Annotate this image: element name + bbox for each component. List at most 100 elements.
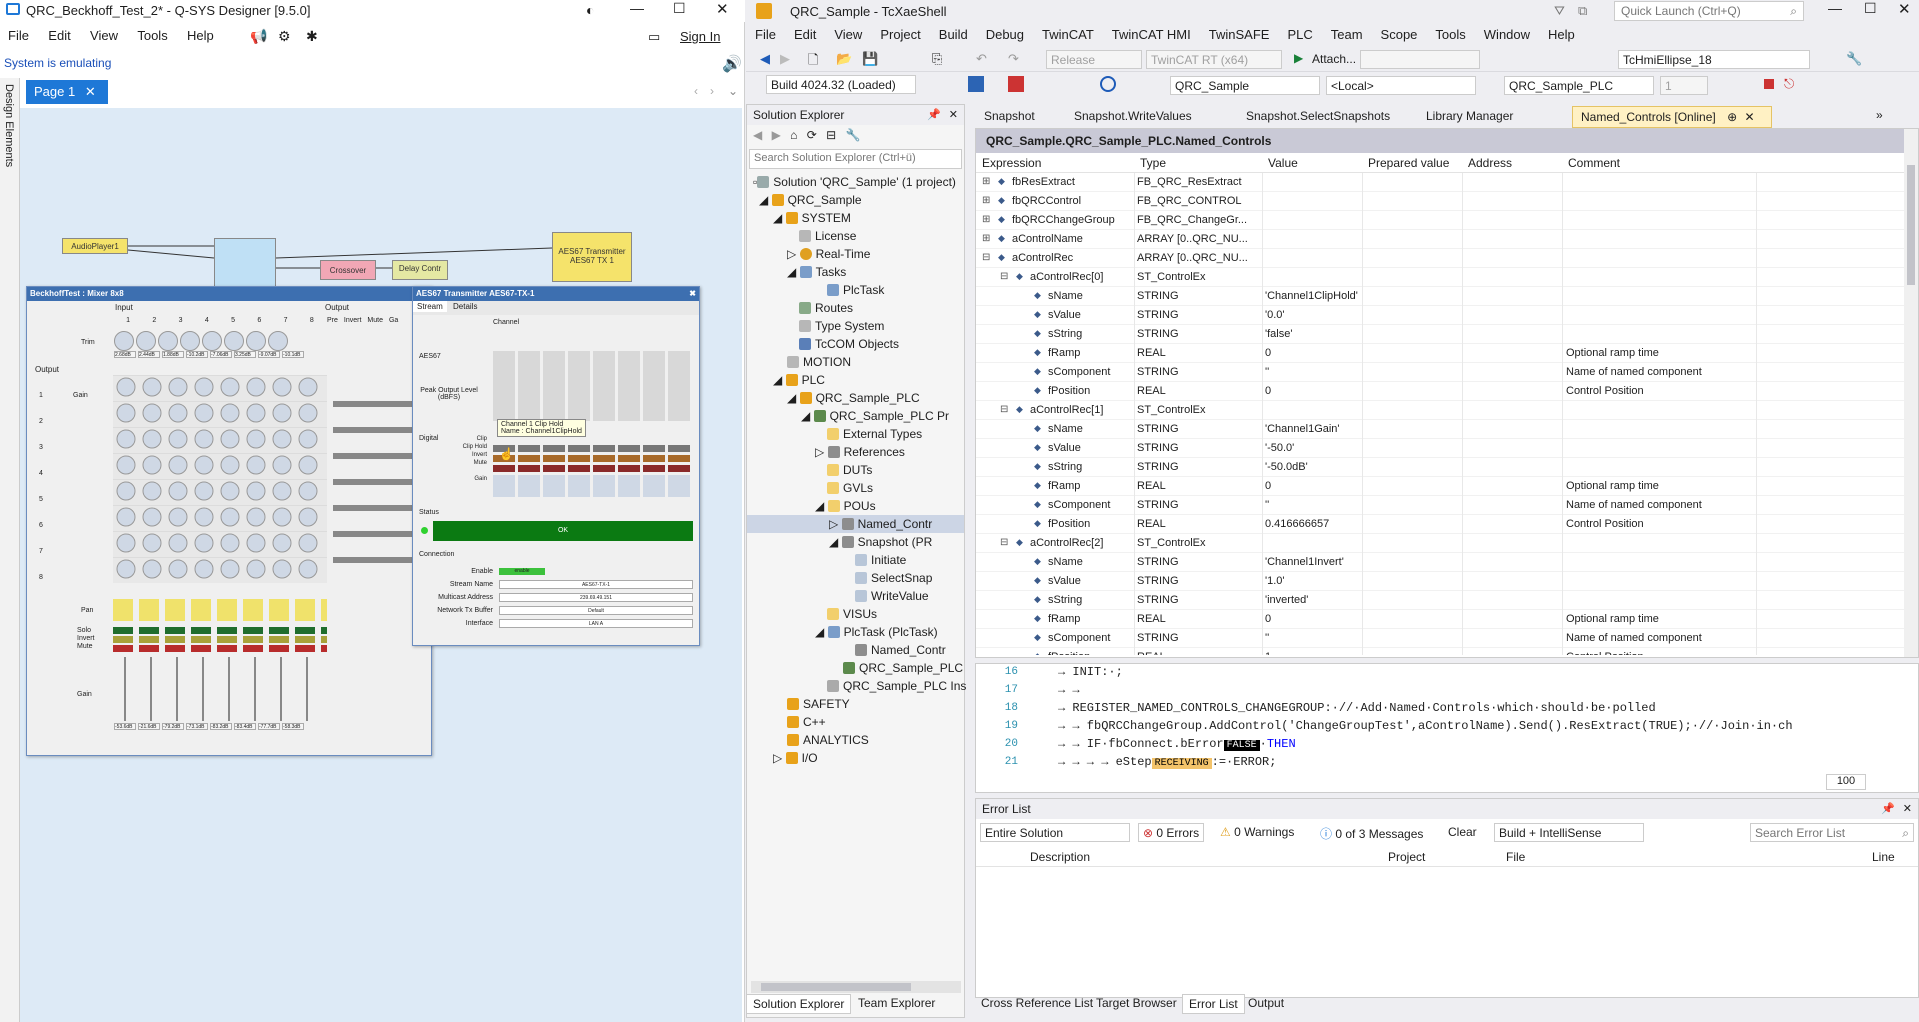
tree-item[interactable]: ◢ Snapshot (PR <box>747 533 964 551</box>
quick-launch-input[interactable]: Quick Launch (Ctrl+Q) ⌕ <box>1614 1 1804 21</box>
expand-toggle-icon[interactable]: ⊟ <box>1000 404 1008 415</box>
scroll-thumb[interactable] <box>761 983 911 991</box>
watch-row[interactable]: ◆ sComponent STRING '' Name of named compone… <box>976 496 1918 515</box>
tree-item[interactable]: ◢ PlcTask (PlcTask) <box>747 623 964 641</box>
sync-icon[interactable]: ⟳ <box>807 128 817 142</box>
pan-knobs[interactable] <box>113 599 327 621</box>
tree-item-selected[interactable]: ▷ Named_Contr <box>747 515 964 533</box>
tab-solution-explorer[interactable]: Solution Explorer <box>746 994 852 1014</box>
mute-buttons[interactable] <box>113 645 327 652</box>
menu-help[interactable]: Help <box>1539 24 1584 45</box>
tree-item[interactable]: MOTION <box>747 353 964 371</box>
tree-item[interactable]: QRC_Sample_PLC <box>747 659 964 677</box>
notifications-icon[interactable]: ⧉ <box>1578 3 1587 19</box>
enable-toggle[interactable]: enable <box>499 568 545 575</box>
gain-faders[interactable] <box>113 657 327 721</box>
copy-icon[interactable]: ⎘ <box>932 51 942 67</box>
logout-icon[interactable]: ⎋ <box>1784 76 1794 92</box>
menu-edit[interactable]: Edit <box>785 24 825 45</box>
trim-knob[interactable] <box>136 331 156 351</box>
trim-knob[interactable] <box>202 331 222 351</box>
trim-knob[interactable] <box>224 331 244 351</box>
col-file[interactable]: File <box>1506 850 1525 864</box>
maximize-icon[interactable]: ☐ <box>673 0 686 17</box>
tab-overflow-icon[interactable]: » <box>1876 108 1883 122</box>
interface-field[interactable]: LAN A <box>499 619 693 628</box>
expand-toggle-icon[interactable]: ⊟ <box>982 252 990 263</box>
menu-plc[interactable]: PLC <box>1278 24 1321 45</box>
mixer-window[interactable]: BeckhoffTest : Mixer 8x8 Input Output Ou… <box>26 286 432 756</box>
close-tab-icon[interactable]: ✕ <box>1744 110 1754 124</box>
tree-item[interactable]: External Types <box>747 425 964 443</box>
expand-toggle-icon[interactable]: ⊟ <box>1000 537 1008 548</box>
plugin-icon[interactable]: ✱ <box>306 28 318 45</box>
watch-row[interactable]: ◆ sName STRING 'Channel1Gain' <box>976 420 1918 439</box>
config-mode-icon[interactable] <box>1100 76 1116 92</box>
tab-named-controls-online[interactable]: Named_Controls [Online] ⊕ ✕ <box>1572 106 1772 128</box>
tree-item[interactable]: TcCOM Objects <box>747 335 964 353</box>
trim-knob[interactable] <box>246 331 266 351</box>
horizontal-scrollbar[interactable] <box>751 981 961 993</box>
col-address[interactable]: Address <box>1468 156 1512 170</box>
pin-icon[interactable]: 📌 <box>927 108 941 121</box>
menu-build[interactable]: Build <box>930 24 977 45</box>
attach-button[interactable]: Attach... <box>1312 52 1356 66</box>
watch-row[interactable]: ◆ fPosition REAL 1 Control Position <box>976 648 1918 655</box>
tree-item[interactable]: SelectSnap <box>747 569 964 587</box>
back-icon[interactable]: ◀ <box>753 128 762 142</box>
menu-twincat-hmi[interactable]: TwinCAT HMI <box>1103 24 1200 45</box>
tree-item[interactable]: ◢ Tasks <box>747 263 964 281</box>
chat-icon[interactable]: ▭ <box>648 29 660 45</box>
watch-row[interactable]: ⊞ ◆ fbResExtract FB_QRC_ResExtract <box>976 173 1918 192</box>
redo-icon[interactable]: ↷ <box>1008 51 1019 67</box>
tree-item[interactable]: ANALYTICS <box>747 731 964 749</box>
col-line[interactable]: Line <box>1872 850 1895 864</box>
forward-icon[interactable]: ▶ <box>780 51 790 67</box>
tree-item[interactable]: QRC_Sample_PLC Ins <box>747 677 966 695</box>
aes67-window[interactable]: AES67 Transmitter AES67-TX-1 ✖ Stream Det… <box>412 286 700 646</box>
play-icon[interactable]: ▶ <box>1294 51 1303 65</box>
menu-view[interactable]: View <box>82 24 126 47</box>
wrench-icon[interactable]: 🔧 <box>1846 51 1862 67</box>
col-value[interactable]: Value <box>1268 156 1298 170</box>
chevron-down-icon[interactable]: ⌄ <box>728 84 738 98</box>
tree-item[interactable]: ◢ PLC <box>747 371 964 389</box>
close-icon[interactable]: ✕ <box>1898 0 1911 18</box>
warnings-filter-button[interactable]: ⚠ 0 Warnings <box>1220 825 1294 839</box>
tab-output[interactable]: Output <box>1242 994 1290 1014</box>
back-icon[interactable]: ◀ <box>760 51 770 67</box>
tab-snapshot[interactable]: Snapshot <box>976 106 1043 128</box>
tree-item[interactable]: Named_Contr <box>747 641 964 659</box>
col-type[interactable]: Type <box>1140 156 1166 170</box>
target-combo[interactable]: TcHmiEllipse_18 <box>1618 50 1810 69</box>
tab-stream[interactable]: Stream <box>413 301 447 312</box>
watch-row[interactable]: ⊟ ◆ aControlRec[0] ST_ControlEx <box>976 268 1918 287</box>
sign-in-link[interactable]: Sign In <box>680 29 720 44</box>
minimize-icon[interactable]: — <box>630 0 644 16</box>
tree-item[interactable]: ◢ QRC_Sample <box>747 191 964 209</box>
solution-combo[interactable]: QRC_Sample <box>1170 76 1320 95</box>
open-icon[interactable]: 📂 <box>836 51 852 67</box>
tab-details[interactable]: Details <box>449 301 481 312</box>
tab-library-manager[interactable]: Library Manager <box>1418 106 1521 128</box>
messages-filter-button[interactable]: ⓘ 0 of 3 Messages <box>1320 825 1423 842</box>
undo-icon[interactable]: ↶ <box>976 51 987 67</box>
menu-scope[interactable]: Scope <box>1372 24 1427 45</box>
menu-twincat[interactable]: TwinCAT <box>1033 24 1103 45</box>
zoom-combo[interactable]: 100 <box>1826 774 1866 790</box>
watch-vscroll[interactable] <box>1904 129 1918 657</box>
tab-cross-reference[interactable]: Cross Reference List <box>975 994 1099 1014</box>
tab-team-explorer[interactable]: Team Explorer <box>852 994 941 1014</box>
menu-tools[interactable]: Tools <box>1426 24 1474 45</box>
theme-toggle-icon[interactable]: ◐ <box>586 2 594 18</box>
activate-config-icon[interactable] <box>968 76 984 92</box>
empty-combo[interactable] <box>1360 50 1480 69</box>
tree-item[interactable]: PlcTask <box>747 281 964 299</box>
tree-item[interactable]: ◢ QRC_Sample_PLC <box>747 389 964 407</box>
errors-filter-button[interactable]: ⊗ 0 Errors <box>1138 823 1205 842</box>
col-expression[interactable]: Expression <box>982 156 1041 170</box>
col-project[interactable]: Project <box>1388 850 1425 864</box>
home-icon[interactable]: ⌂ <box>790 128 797 142</box>
watch-row[interactable]: ⊞ ◆ aControlName ARRAY [0..QRC_NU... <box>976 230 1918 249</box>
multicast-field[interactable]: 239.69.49.151 <box>499 593 693 602</box>
